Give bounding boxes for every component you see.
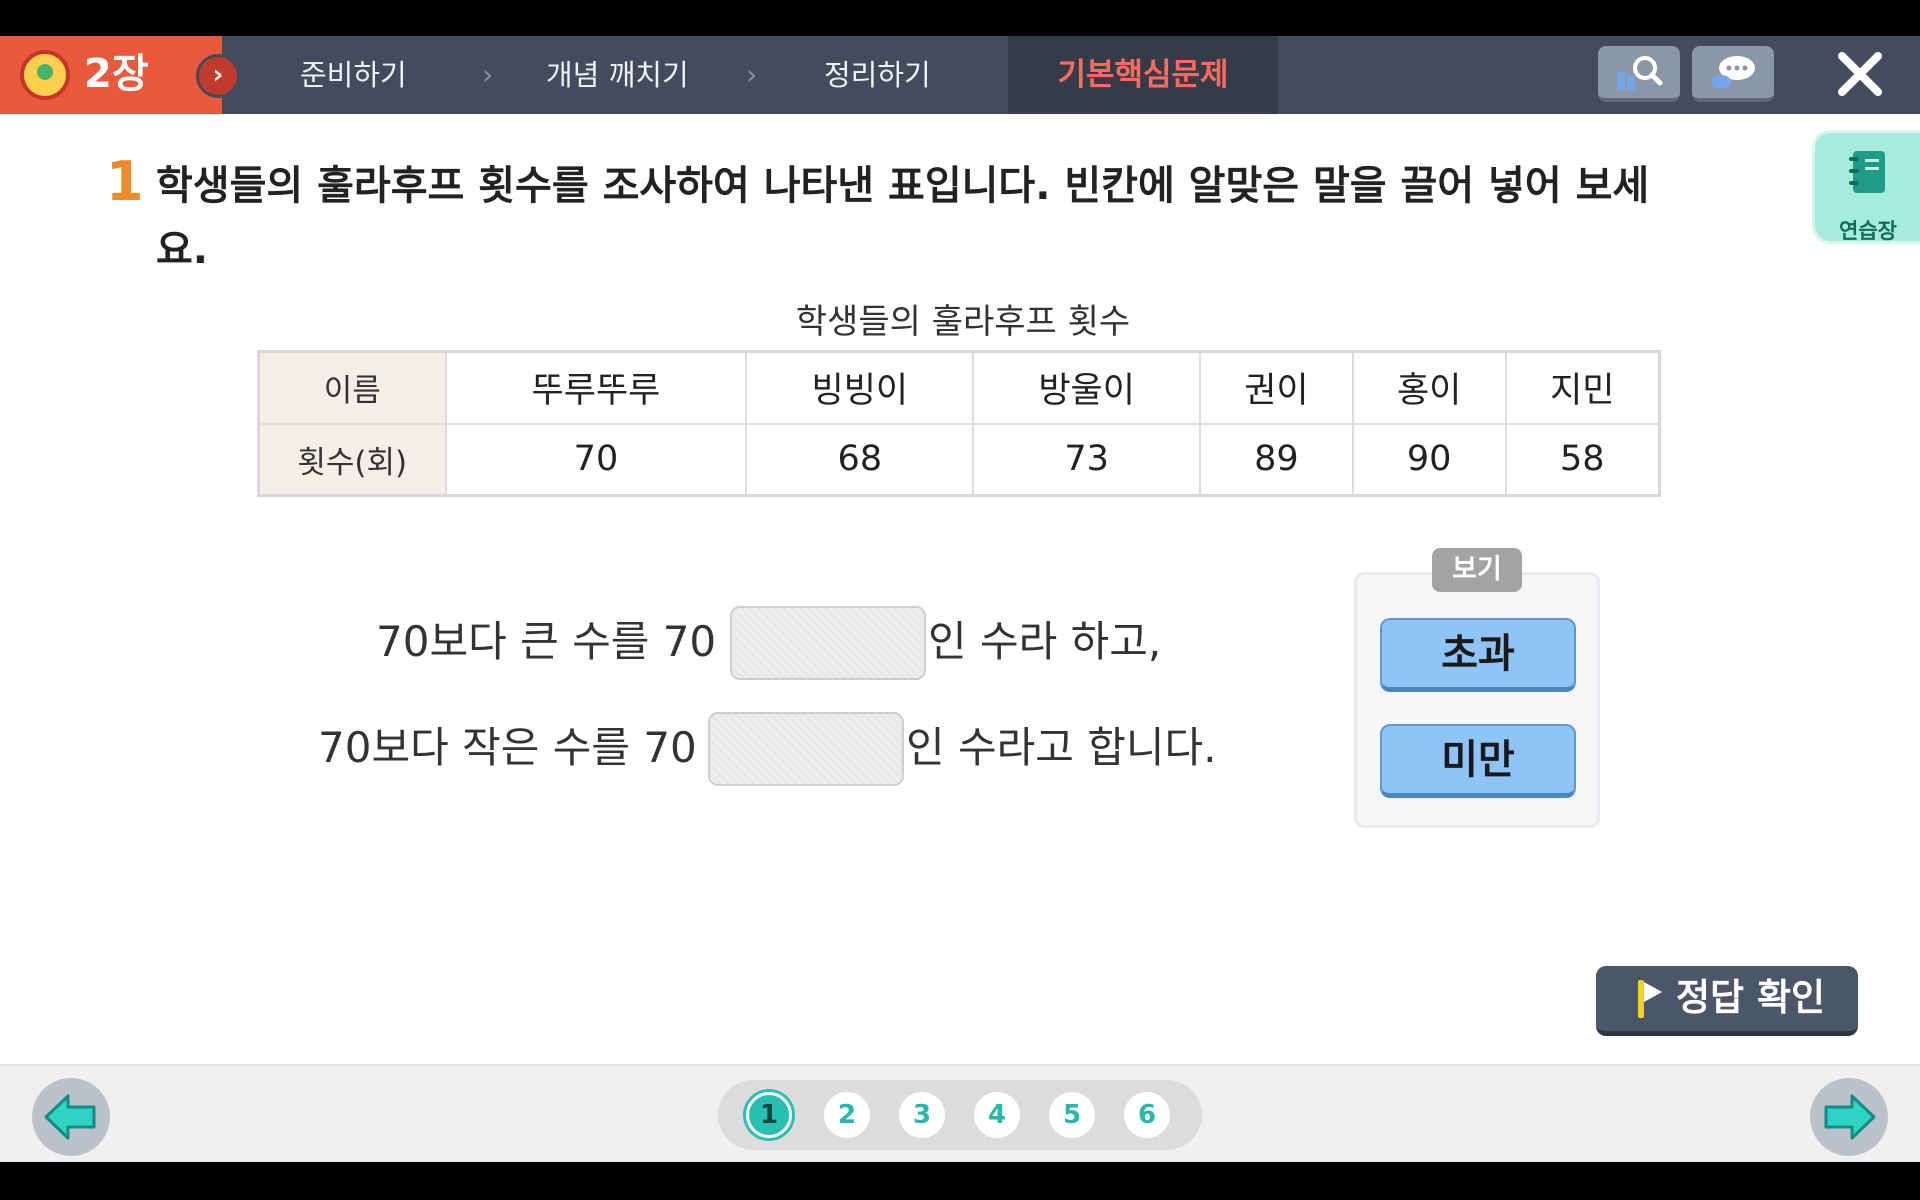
- next-button[interactable]: [1810, 1078, 1888, 1156]
- page-4[interactable]: 4: [974, 1092, 1020, 1138]
- top-navigation-bar: 2장 › 준비하기 › 개념 깨치기 › 정리하기 기본핵심문제: [0, 36, 1920, 114]
- count-cell: 89: [1199, 422, 1354, 497]
- count-cell: 68: [745, 422, 975, 497]
- question-text: 학생들의 훌라후프 횟수를 조사하여 나타낸 표입니다. 빈칸에 알맞은 말을 …: [156, 163, 1650, 273]
- count-cell: 58: [1504, 422, 1661, 497]
- notebook-label: 연습장: [1839, 219, 1897, 243]
- close-icon: [1838, 52, 1882, 96]
- arrow-left-icon: [44, 1094, 96, 1140]
- chat-bubble-icon: [1711, 56, 1755, 89]
- lesson-content: 1 학생들의 훌라후프 횟수를 조사하여 나타낸 표입니다. 빈칸에 알맞은 말…: [0, 114, 1920, 1064]
- row-header-name: 이름: [257, 350, 447, 425]
- name-cell: 뚜루뚜루: [444, 350, 748, 425]
- notebook-button[interactable]: 연습장: [1812, 130, 1920, 244]
- answer-blank-1[interactable]: [730, 606, 926, 680]
- choice-less-than[interactable]: 미만: [1380, 724, 1576, 798]
- check-answer-button[interactable]: 정답 확인: [1596, 966, 1858, 1036]
- page-2[interactable]: 2: [824, 1092, 870, 1138]
- tab-summary[interactable]: 정리하기: [824, 36, 931, 114]
- tab-prepare[interactable]: 준비하기: [300, 36, 407, 114]
- sentence-1-before: 70보다 큰 수를 70: [376, 617, 717, 666]
- chevron-right-icon: ›: [482, 58, 494, 91]
- page-indicator: 1 2 3 4 5 6: [718, 1080, 1202, 1150]
- chat-button[interactable]: [1692, 46, 1774, 102]
- bottom-navigation: 1 2 3 4 5 6: [0, 1064, 1920, 1162]
- search-icon: [1617, 56, 1663, 90]
- example-tag: 보기: [1432, 548, 1522, 592]
- notebook-icon: [1849, 151, 1885, 193]
- count-cell: 90: [1351, 422, 1507, 497]
- search-button[interactable]: [1598, 46, 1680, 102]
- answer-blank-2[interactable]: [708, 712, 904, 786]
- hula-hoop-table: 이름 뚜루뚜루 빙빙이 방울이 권이 홍이 지민 횟수(회) 70 68 73 …: [257, 350, 1661, 497]
- count-cell: 70: [444, 422, 748, 497]
- name-cell: 권이: [1199, 350, 1354, 425]
- arrow-right-icon: [1824, 1094, 1876, 1140]
- check-answer-label: 정답 확인: [1676, 976, 1826, 1019]
- page-3[interactable]: 3: [899, 1092, 945, 1138]
- choice-exceed[interactable]: 초과: [1380, 618, 1576, 692]
- close-button[interactable]: [1832, 46, 1888, 102]
- question-number: 1: [106, 150, 144, 213]
- sentence-2-before: 70보다 작은 수를 70: [318, 723, 697, 772]
- name-cell: 빙빙이: [745, 350, 975, 425]
- name-cell: 홍이: [1351, 350, 1507, 425]
- sentence-2-after: 인 수라고 합니다.: [906, 723, 1217, 772]
- tab-concept[interactable]: 개념 깨치기: [546, 36, 689, 114]
- table-row: 횟수(회) 70 68 73 89 90 58: [257, 422, 1661, 497]
- tab-basic-core-problems[interactable]: 기본핵심문제: [1008, 36, 1278, 114]
- chevron-right-icon[interactable]: ›: [196, 54, 240, 98]
- page-6[interactable]: 6: [1124, 1092, 1170, 1138]
- table-title: 학생들의 훌라후프 횟수: [795, 302, 1131, 342]
- chapter-badge[interactable]: 2장: [0, 36, 222, 114]
- table-row: 이름 뚜루뚜루 빙빙이 방울이 권이 홍이 지민: [257, 350, 1661, 425]
- page-5[interactable]: 5: [1049, 1092, 1095, 1138]
- flag-icon: [1638, 980, 1662, 1018]
- chapter-label: 2장: [84, 51, 149, 97]
- chevron-right-icon: ›: [746, 58, 758, 91]
- previous-button[interactable]: [32, 1078, 110, 1156]
- medal-icon: [20, 50, 70, 100]
- sentence-1-after: 인 수라 하고,: [928, 617, 1162, 666]
- name-cell: 방울이: [972, 350, 1202, 425]
- count-cell: 73: [972, 422, 1202, 497]
- page-1[interactable]: 1: [746, 1092, 792, 1138]
- row-header-count: 횟수(회): [257, 422, 447, 497]
- name-cell: 지민: [1504, 350, 1661, 425]
